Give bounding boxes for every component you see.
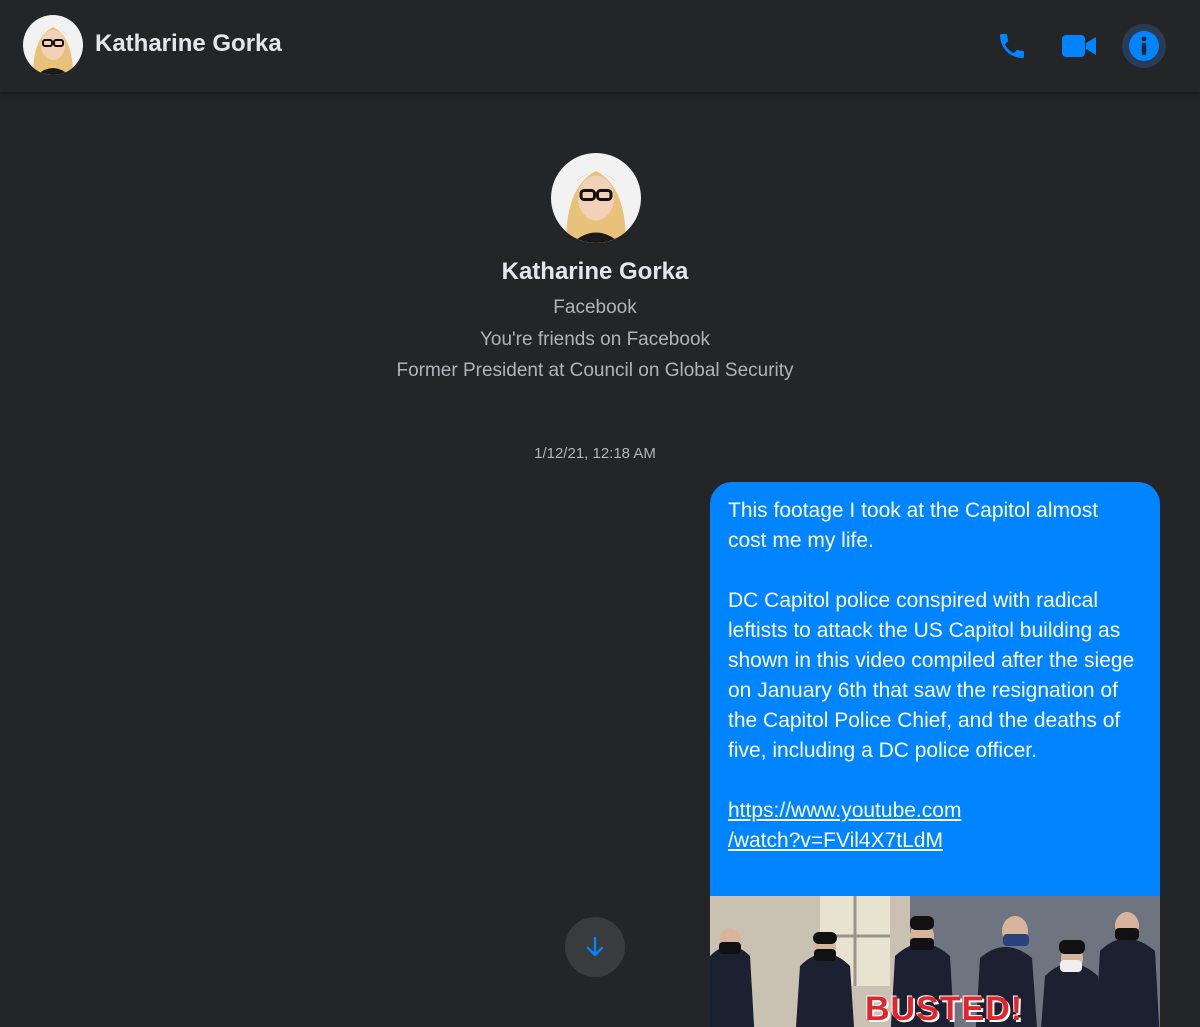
profile-name: Katharine Gorka <box>501 258 689 285</box>
profile-work: Former President at Council on Global Se… <box>396 360 794 381</box>
conversation-info-button[interactable] <box>1122 24 1166 68</box>
avatar-image <box>23 15 83 75</box>
chat-header: Katharine Gorka <box>0 0 1200 92</box>
profile-relationship: You're friends on Facebook <box>479 329 711 350</box>
profile-platform: Facebook <box>553 297 637 318</box>
contact-avatar[interactable] <box>23 15 83 75</box>
contact-name[interactable]: Katharine Gorka <box>95 30 282 58</box>
message-timestamp: 1/12/21, 12:18 AM <box>534 445 656 462</box>
thumbnail-caption: BUSTED! <box>865 990 1024 1027</box>
voice-call-button[interactable] <box>990 24 1034 68</box>
youtube-link-line-1: https://www.youtube.com <box>728 799 962 822</box>
arrow-down-icon <box>586 936 604 957</box>
message-paragraph-1: This footage I took at the Capitol almos… <box>728 499 1099 552</box>
message-paragraph-2: DC Capitol police conspired with radical… <box>728 589 1135 762</box>
phone-icon <box>1000 34 1024 58</box>
outgoing-message-bubble[interactable]: This footage I took at the Capitol almos… <box>710 482 1160 1027</box>
info-icon <box>1129 31 1159 61</box>
profile-image <box>551 153 641 243</box>
scroll-to-bottom-button[interactable] <box>565 917 625 977</box>
video-thumbnail[interactable]: BUSTED! <box>710 896 1160 1027</box>
youtube-link[interactable]: https://www.youtube.com /watch?v=FVil4X7… <box>728 796 1142 856</box>
conversation-pane[interactable]: Katharine Gorka Facebook You're friends … <box>0 92 1200 1027</box>
video-camera-icon <box>1062 35 1096 57</box>
messenger-window: Katharine Gorka Katharine Gorka Facebook… <box>0 0 1200 1027</box>
profile-avatar[interactable] <box>551 153 641 243</box>
youtube-link-line-2: /watch?v=FVil4X7tLdM <box>728 829 943 852</box>
video-call-button[interactable] <box>1057 24 1101 68</box>
message-text: This footage I took at the Capitol almos… <box>710 482 1160 856</box>
